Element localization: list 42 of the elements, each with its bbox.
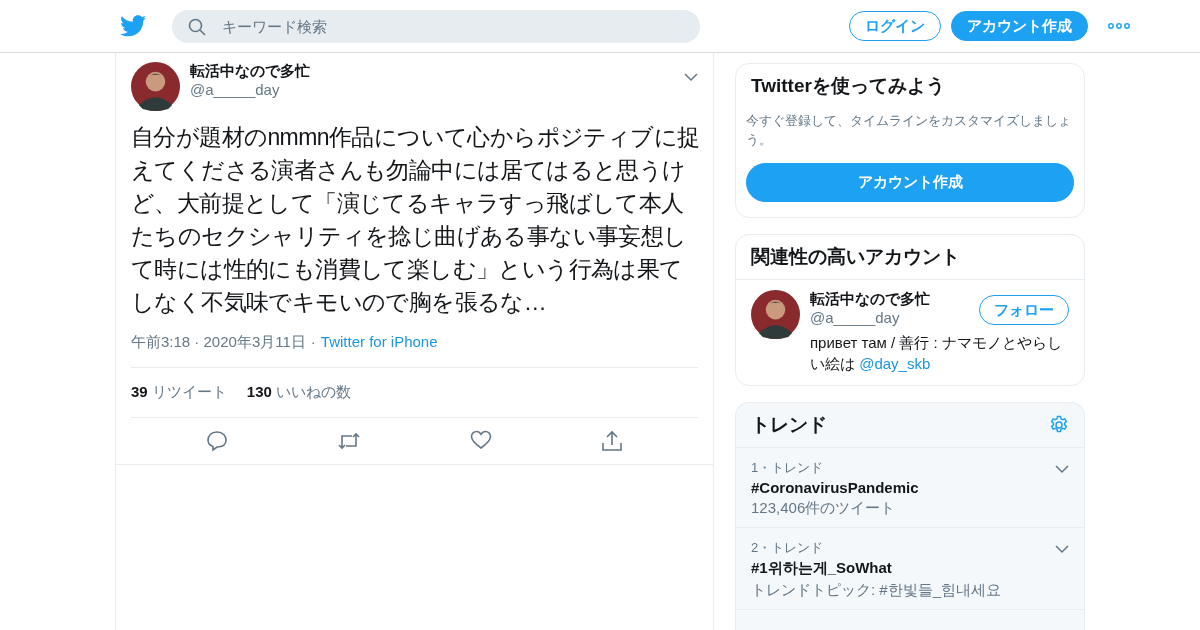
search-icon [188, 17, 206, 36]
section-title: トレンド [751, 413, 827, 437]
share-icon[interactable] [601, 430, 624, 452]
follow-button[interactable]: フォロー [979, 295, 1069, 325]
retweet-count[interactable]: 39 リツイート [131, 383, 227, 402]
separator-dot: · [310, 333, 316, 352]
trend-item[interactable]: 2・トレンド #1위하는게_SoWhat トレンドトピック: #한빛들_힘내세요 [736, 528, 1084, 610]
retweet-icon[interactable] [336, 430, 361, 452]
mention-link[interactable]: @day_skb [859, 355, 931, 372]
sign-up-button[interactable]: アカウント作成 [746, 163, 1074, 202]
avatar-icon [131, 62, 180, 111]
heart-icon[interactable] [470, 430, 493, 450]
user-name: 転活中なので多忙 [810, 290, 930, 309]
trend-item[interactable]: 1・トレンド #CoronavirusPandemic 123,406件のツイート [736, 448, 1084, 528]
trend-meta: トレンドトピック: #한빛들_힘내세요 [751, 581, 1002, 600]
chevron-down-icon[interactable] [1055, 545, 1069, 554]
more-icon[interactable] [1108, 23, 1130, 29]
bird-logo-icon[interactable] [120, 15, 146, 37]
user-name: 転活中なので多忙 [190, 62, 310, 81]
trend-rank: 2・トレンド [751, 539, 824, 557]
card-title: Twitterを使ってみよう [751, 74, 946, 98]
section-title: 関連性の高いアカウント [736, 235, 1084, 280]
settings-icon[interactable] [1049, 415, 1069, 435]
chevron-down-icon[interactable] [1055, 465, 1069, 474]
tweet-timestamp: 午前3:18 · 2020年3月11日 [131, 333, 306, 352]
source-link[interactable]: Twitter for iPhone [320, 333, 438, 352]
trend-name: #CoronavirusPandemic [751, 479, 919, 496]
search-field[interactable]: キーワード検索 [172, 9, 700, 43]
avatar-icon [751, 290, 800, 339]
user-handle: @a_____day [810, 309, 901, 326]
reply-icon[interactable] [205, 430, 228, 452]
user-handle: @a_____day [190, 81, 281, 98]
user-bio: привет там / 善行 : ナマモノとやらしい絵は @day_skb [810, 333, 1063, 374]
like-count[interactable]: 130 いいねの数 [246, 383, 352, 402]
login-button[interactable]: ログイン [849, 11, 941, 41]
trend-name: #1위하는게_SoWhat [751, 559, 892, 578]
signup-description: 今すぐ登録して、タイムラインをカスタマイズしましょう。 [746, 112, 1072, 149]
trend-rank: 1・トレンド [751, 459, 824, 477]
trend-meta: 123,406件のツイート [751, 499, 896, 518]
sign-up-button[interactable]: アカウント作成 [951, 11, 1088, 41]
chevron-down-icon[interactable] [684, 73, 698, 82]
tweet-text: 自分が題材のnmmn作品について心からポジティブに捉えてくださる演者さんも勿論中には居てはると思うけど、大前提として「演じてるキャラすっ飛ばして本人たちのセクシャリティを捻じ曲げある事ない事妄想して時には性的にも消費して楽しむ」という行為は果てしなく不気味でキモいので胸を張るな… [131, 123, 701, 317]
